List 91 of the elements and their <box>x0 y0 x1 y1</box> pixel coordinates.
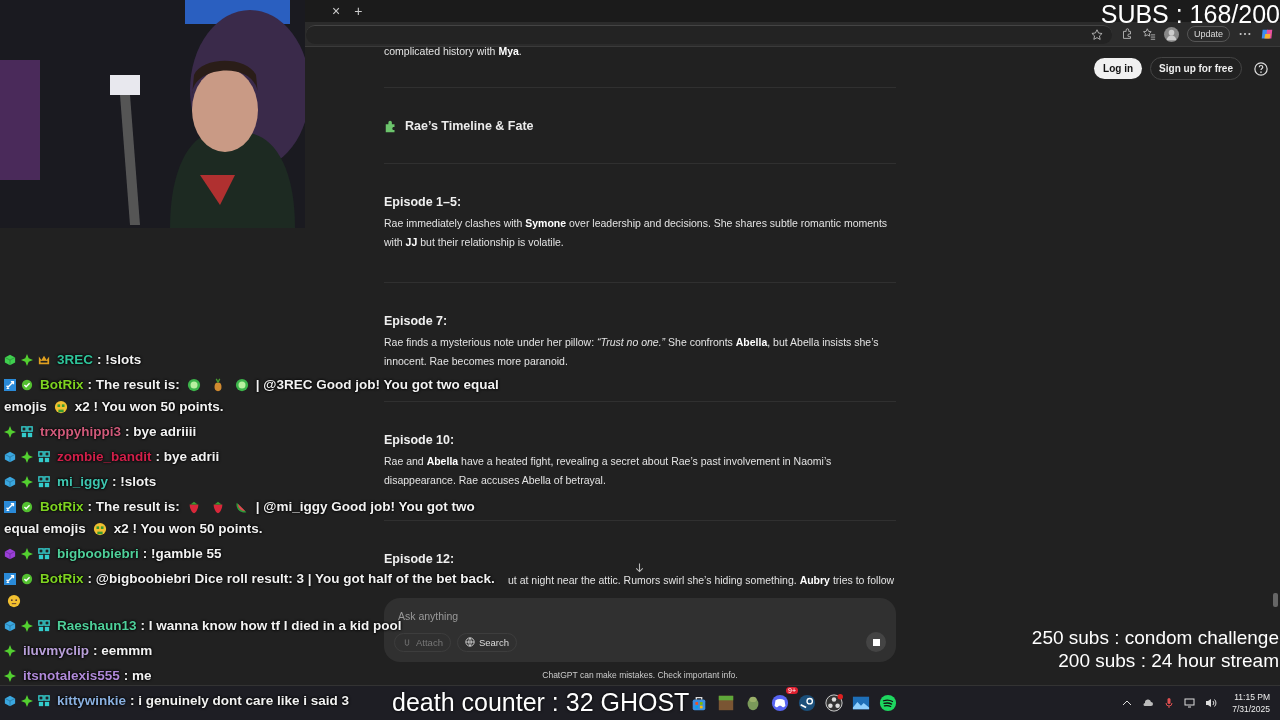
scroll-down-button[interactable] <box>633 561 646 574</box>
diamond-badge-icon <box>21 451 33 463</box>
sub-goal-text: 250 subs : condom challenge <box>1031 626 1279 649</box>
verified-badge-icon <box>21 501 33 513</box>
profile-avatar-icon[interactable] <box>1163 26 1179 42</box>
chat-text: equal emojis <box>4 521 86 537</box>
paragraph: Rae immediately clashes with Symone over leadership and decisions. She shares subtle romantic moments with JJ but their relationship is volatile. <box>384 216 889 250</box>
star-icon[interactable] <box>1089 27 1104 42</box>
chat-text: x2 ! You won 50 points. <box>74 399 224 415</box>
paragraph: ut at night near the attic. Rumors swirl she’s hiding something. Aubry tries to follow <box>508 573 895 588</box>
diamond-badge-icon <box>21 548 33 560</box>
microphone-icon[interactable] <box>1163 697 1176 709</box>
stop-button[interactable] <box>866 632 886 652</box>
chat-text: : i genuinely dont care like i said 3 <box>130 693 350 709</box>
chat-username[interactable]: iluvmyclip <box>23 643 90 659</box>
tab-close-button[interactable]: × <box>332 4 341 18</box>
chat-text: | @mi_iggy Good job! You got two <box>255 499 475 515</box>
paragraph: complicated history with Mya. <box>384 47 523 59</box>
chat-username[interactable]: bigboobiebri <box>57 546 139 562</box>
episode-heading: Episode 12: <box>384 552 456 567</box>
chat-username[interactable]: mi_iggy <box>57 474 108 490</box>
sub-goal-text: 200 subs : 24 hour stream <box>1058 649 1279 672</box>
grid-badge-icon <box>38 451 50 463</box>
photos-icon[interactable] <box>852 694 870 712</box>
login-button[interactable]: Log in <box>1094 58 1143 79</box>
scrollbar-thumb[interactable] <box>1273 593 1278 607</box>
diamond-badge-icon <box>4 426 16 438</box>
grass-block-icon[interactable] <box>717 694 735 712</box>
paragraph: Rae finds a mysterious note under her pillow: “Trust no one.” She confronts Abella, but Abella insists she’s innocent. Rae becomes more paranoid. <box>384 335 880 369</box>
globe-icon <box>464 637 475 647</box>
chat-text: : bye adriiii <box>125 424 197 440</box>
money-face-emoji-icon <box>92 522 107 536</box>
chat-text: : @bigboobiebri Dice roll result: 3 | You got half of the bet back. <box>87 571 495 587</box>
clock-date: 7/31/2025 <box>1232 703 1270 715</box>
watermelon-emoji-icon <box>234 500 249 514</box>
chat-text: : !slots <box>97 352 142 368</box>
chat-text: : bye adrii <box>155 449 220 465</box>
chat-username[interactable]: kittywinkie <box>57 693 127 709</box>
subs-counter: SUBS : 168/200 <box>1100 0 1280 29</box>
speaker-icon[interactable] <box>1205 697 1218 709</box>
grid-badge-icon <box>38 695 50 707</box>
chat-text: : The result is: <box>87 377 180 393</box>
grid-badge-icon <box>38 476 50 488</box>
paperclip-icon <box>402 637 412 647</box>
orb-emoji-icon <box>186 378 201 392</box>
favorites-icon[interactable] <box>1141 27 1156 41</box>
chat-username[interactable]: BotRix <box>40 499 84 515</box>
chat-text: : !gamble 55 <box>142 546 222 562</box>
diamond-badge-icon <box>4 645 16 657</box>
verified-badge-icon <box>21 573 33 585</box>
network-icon[interactable] <box>1184 697 1197 709</box>
chat-username[interactable]: 3REC <box>57 352 93 368</box>
cloud-icon[interactable] <box>1142 697 1155 709</box>
money-face-emoji-icon <box>53 400 68 414</box>
neutral-face-emoji-icon <box>7 594 21 608</box>
death-counter: death counter : 32 GHOST <box>392 688 690 717</box>
help-icon[interactable] <box>1254 61 1268 76</box>
chat-text: : The result is: <box>87 499 180 515</box>
chat-username[interactable]: trxppyhippi3 <box>40 424 121 440</box>
store-icon[interactable] <box>690 694 708 712</box>
chat-username[interactable]: itsnotalexis555 <box>23 668 120 684</box>
chat-text: : I wanna know how tf I died in a kid pool <box>140 618 402 634</box>
chat-username[interactable]: BotRix <box>40 377 84 393</box>
episode-heading: Episode 7: <box>384 314 449 329</box>
diamond-badge-icon <box>21 354 33 366</box>
grid-badge-icon <box>21 426 33 438</box>
episode-heading: Episode 1–5: <box>384 195 463 210</box>
disclaimer-text: ChatGPT can make mistakes. Check important info. <box>541 670 739 680</box>
section-heading: Rae’s Timeline & Fate <box>405 118 534 133</box>
orb-emoji-icon <box>234 378 249 392</box>
chat-text: : !slots <box>112 474 157 490</box>
diamond-badge-icon <box>21 620 33 632</box>
puzzle-piece-icon <box>384 118 398 133</box>
new-tab-button[interactable]: + <box>354 4 363 18</box>
episode-heading: Episode 10: <box>384 433 456 448</box>
paragraph: Rae and Abella have a heated fight, revealing a secret about Rae’s past involvement in Naomi’s disappearance. Rae accuses Abella of betrayal. <box>384 454 833 488</box>
chat-username[interactable]: BotRix <box>40 571 84 587</box>
chat-text: : eemmm <box>93 643 153 659</box>
chat-text: | @3REC Good job! You got two equal <box>255 377 499 393</box>
diamond-badge-icon <box>21 476 33 488</box>
grid-badge-icon <box>38 620 50 632</box>
diamond-badge-icon <box>21 695 33 707</box>
grid-badge-icon <box>38 548 50 560</box>
chat-text: : me <box>123 668 152 684</box>
chat-username[interactable]: Raeshaun13 <box>57 618 137 634</box>
chat-text: x2 ! You won 50 points. <box>113 521 263 537</box>
verified-badge-icon <box>21 379 33 391</box>
clock-time: 11:15 PM <box>1234 691 1270 703</box>
crown-badge-icon <box>38 354 50 366</box>
diamond-badge-icon <box>4 670 16 682</box>
chat-text: emojis <box>4 399 47 415</box>
